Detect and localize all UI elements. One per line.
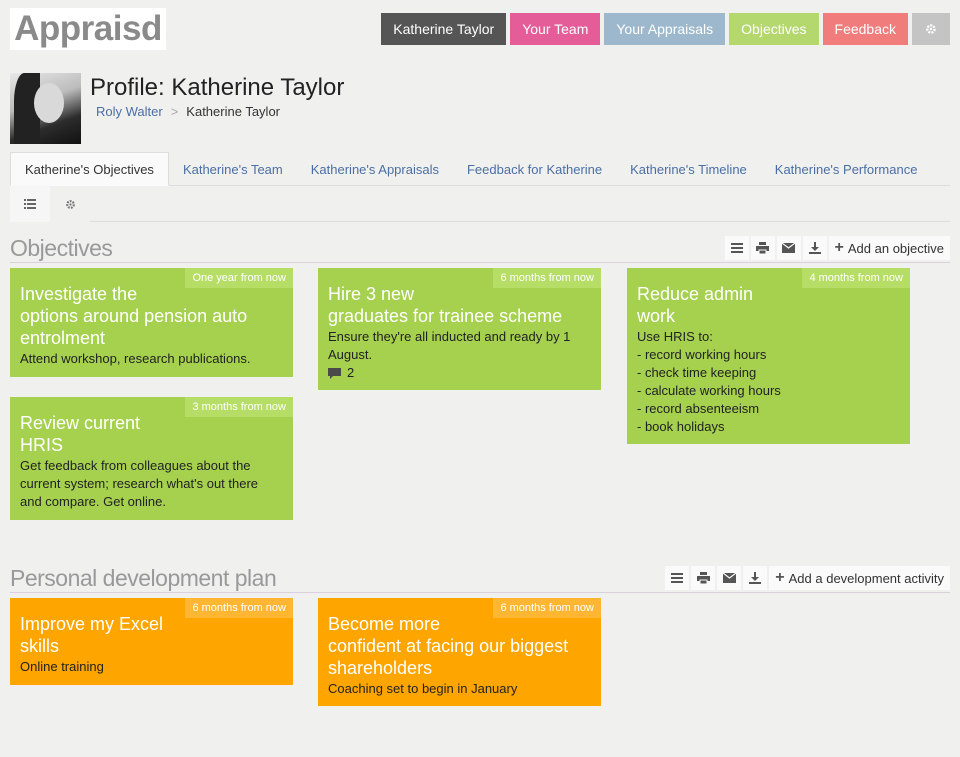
nav-objectives-button[interactable]: Objectives: [729, 13, 819, 45]
gear-icon: [926, 24, 936, 34]
pdp-list-button[interactable]: [665, 566, 690, 590]
due-badge: 6 months from now: [493, 598, 601, 618]
tab-team[interactable]: Katherine's Team: [169, 152, 297, 186]
profile-avatar: [10, 73, 81, 144]
tab-feedback[interactable]: Feedback for Katherine: [453, 152, 616, 186]
add-objective-label: Add an objective: [847, 240, 944, 256]
view-subtabs: [10, 186, 90, 222]
development-card[interactable]: 6 months from now Become more confident …: [318, 598, 601, 706]
due-badge: One year from now: [185, 268, 293, 288]
pdp-print-button[interactable]: [691, 566, 716, 590]
objectives-toolbar: + Add an objective: [724, 236, 950, 260]
pdp-download-button[interactable]: [743, 566, 768, 590]
comment-count: 2: [347, 365, 355, 380]
list-icon: [671, 573, 684, 583]
list-icon: [730, 243, 743, 253]
development-description: Coaching set to begin in January: [328, 681, 518, 696]
print-icon: [756, 242, 770, 254]
breadcrumb-current: Katherine Taylor: [186, 104, 281, 119]
email-icon: [782, 243, 796, 253]
add-development-activity-button[interactable]: + Add a development activity: [769, 566, 950, 590]
page-title: Profile: Katherine Taylor: [90, 74, 345, 101]
view-settings-button[interactable]: [50, 186, 90, 222]
objective-description: Ensure they're all inducted and ready by…: [328, 329, 571, 362]
pdp-toolbar: + Add a development activity: [665, 566, 950, 590]
nav-user-button[interactable]: Katherine Taylor: [381, 13, 507, 45]
comments-link[interactable]: 2: [328, 364, 591, 382]
download-icon: [808, 242, 821, 254]
print-icon: [696, 572, 710, 584]
objectives-email-button[interactable]: [776, 236, 801, 260]
development-card[interactable]: 6 months from now Improve my Excel skill…: [10, 598, 293, 685]
tab-timeline[interactable]: Katherine's Timeline: [616, 152, 761, 186]
due-badge: 4 months from now: [802, 268, 910, 288]
objective-description: Attend workshop, research publications.: [20, 351, 251, 366]
objectives-download-button[interactable]: [802, 236, 827, 260]
breadcrumb-separator: >: [170, 104, 179, 119]
objectives-list-button[interactable]: [724, 236, 749, 260]
nav-settings-button[interactable]: [912, 13, 950, 45]
tabs-divider: [90, 221, 950, 222]
comment-icon: [328, 367, 341, 379]
download-icon: [749, 572, 762, 584]
list-icon: [24, 199, 36, 209]
development-description: Online training: [20, 659, 104, 674]
tab-appraisals[interactable]: Katherine's Appraisals: [297, 152, 453, 186]
due-badge: 3 months from now: [185, 397, 293, 417]
objective-card[interactable]: One year from now Investigate the option…: [10, 268, 293, 377]
top-navigation: Katherine Taylor Your Team Your Appraisa…: [381, 13, 950, 45]
nav-your-appraisals-button[interactable]: Your Appraisals: [604, 13, 726, 45]
objective-description: Get feedback from colleagues about the c…: [20, 458, 259, 509]
due-badge: 6 months from now: [185, 598, 293, 618]
breadcrumb: Roly Walter > Katherine Taylor: [96, 104, 280, 119]
objective-card[interactable]: 3 months from now Review current HRIS Ge…: [10, 397, 293, 520]
add-objective-button[interactable]: + Add an objective: [828, 236, 950, 260]
gear-icon: [65, 199, 75, 209]
app-logo[interactable]: Appraisd: [10, 8, 166, 50]
logo-text: Appraisd: [14, 9, 162, 48]
add-development-activity-label: Add a development activity: [788, 570, 944, 586]
objectives-heading: Objectives: [10, 235, 113, 261]
objective-card[interactable]: 6 months from now Hire 3 new graduates f…: [318, 268, 601, 390]
pdp-divider: [10, 592, 950, 593]
due-badge: 6 months from now: [493, 268, 601, 288]
objective-card[interactable]: 4 months from now Reduce admin work Use …: [627, 268, 910, 444]
nav-your-team-button[interactable]: Your Team: [510, 13, 601, 45]
objectives-print-button[interactable]: [750, 236, 775, 260]
list-view-button[interactable]: [10, 186, 50, 222]
pdp-heading: Personal development plan: [10, 565, 277, 591]
profile-tabs: Katherine's Objectives Katherine's Team …: [10, 152, 950, 186]
nav-feedback-button[interactable]: Feedback: [822, 13, 908, 45]
tab-performance[interactable]: Katherine's Performance: [761, 152, 932, 186]
tab-objectives[interactable]: Katherine's Objectives: [10, 152, 169, 186]
breadcrumb-parent-link[interactable]: Roly Walter: [96, 104, 163, 119]
objective-description: Use HRIS to: - record working hours - ch…: [637, 329, 781, 434]
plus-icon: +: [834, 239, 844, 256]
email-icon: [722, 573, 736, 583]
plus-icon: +: [775, 569, 785, 586]
pdp-email-button[interactable]: [717, 566, 742, 590]
objectives-divider: [10, 262, 950, 263]
